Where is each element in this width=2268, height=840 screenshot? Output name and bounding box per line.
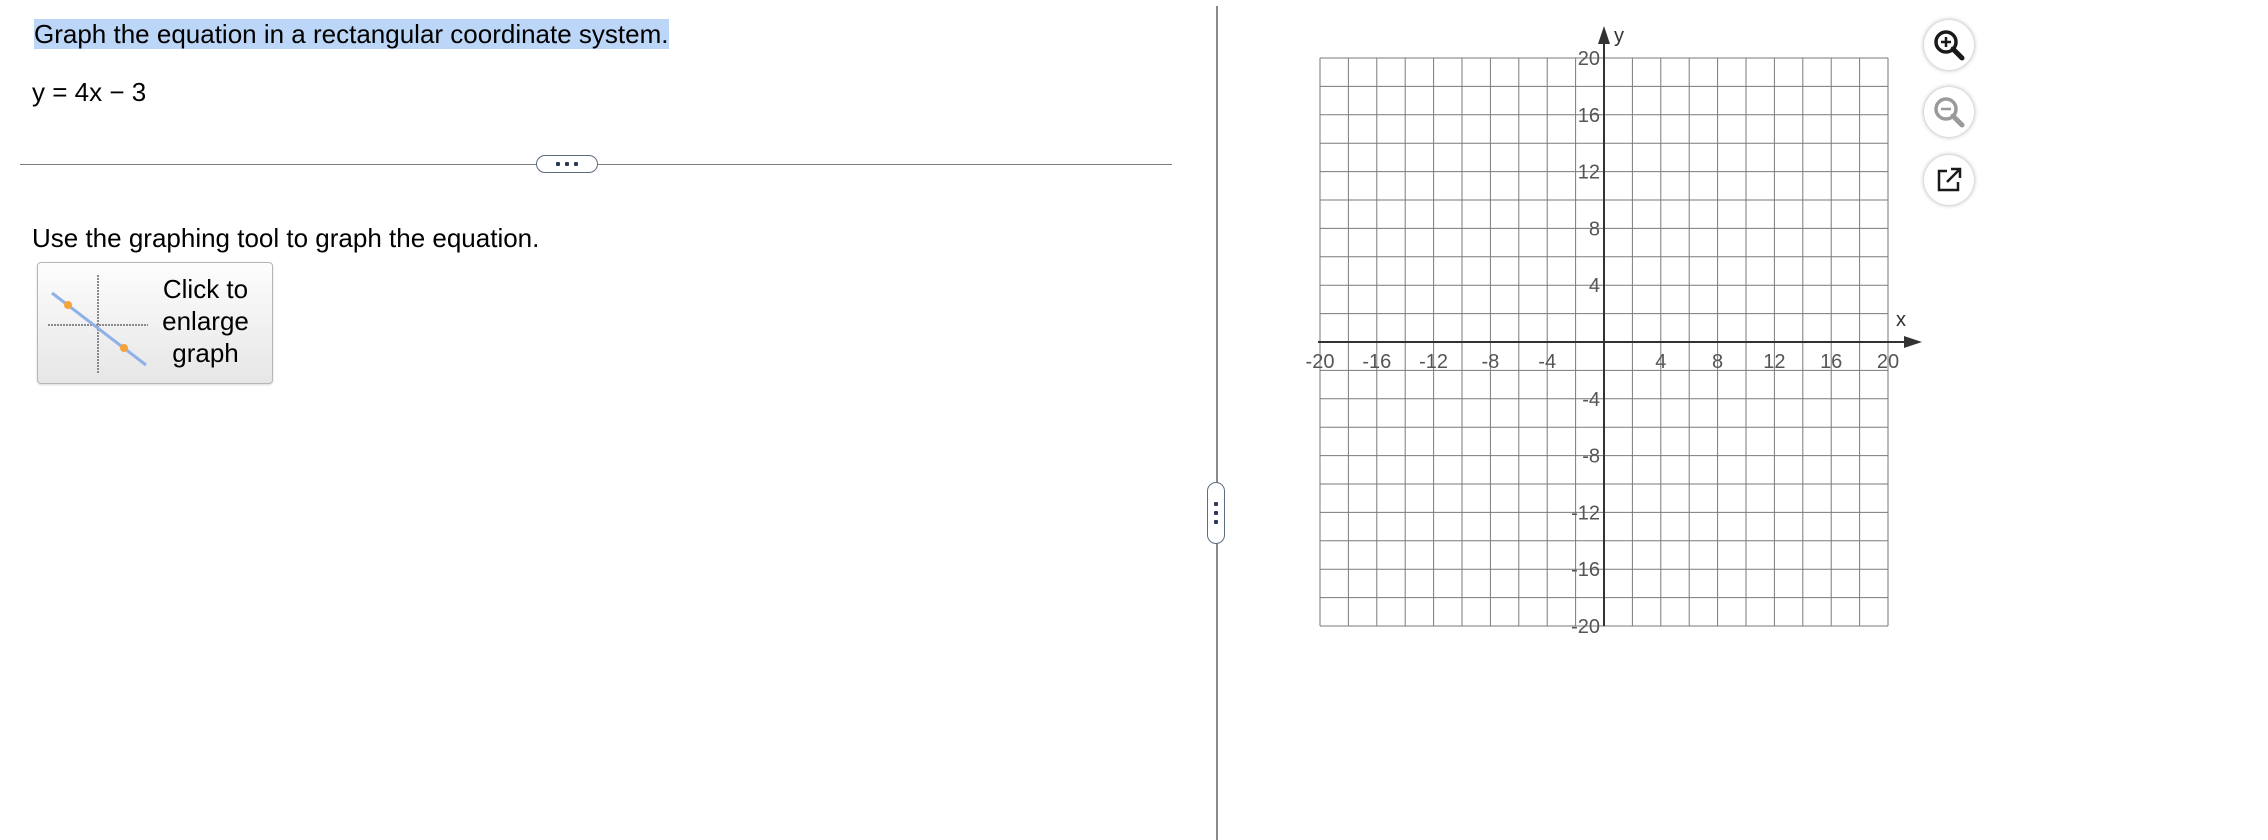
x-tick-label: 4	[1655, 351, 1666, 373]
question-title: Graph the equation in a rectangular coor…	[32, 18, 671, 50]
handle-dot	[1214, 511, 1218, 515]
expand-handle-vertical[interactable]	[1207, 482, 1225, 544]
x-tick-label: -8	[1482, 351, 1500, 373]
x-axis-arrow	[1904, 336, 1922, 348]
enlarge-label-line: Click to	[162, 274, 249, 304]
question-pane: Graph the equation in a rectangular coor…	[0, 0, 1216, 840]
instruction-text: Use the graphing tool to graph the equat…	[32, 223, 540, 253]
y-tick-label: -8	[1582, 446, 1600, 468]
x-tick-label: -4	[1538, 351, 1556, 373]
x-tick-label: 12	[1763, 351, 1785, 373]
popout-button[interactable]	[1924, 155, 1974, 205]
y-tick-label: -4	[1582, 389, 1600, 411]
y-tick-label: 16	[1578, 105, 1600, 127]
handle-dot	[556, 162, 560, 166]
handle-dot	[574, 162, 578, 166]
x-tick-label: -16	[1362, 351, 1391, 373]
y-axis-arrow	[1598, 26, 1610, 44]
x-tick-label: 8	[1712, 351, 1723, 373]
x-tick-label: -20	[1306, 351, 1335, 373]
question-title-text: Graph the equation in a rectangular coor…	[34, 19, 669, 49]
zoom-in-button[interactable]	[1924, 20, 1974, 70]
enlarge-label-line: enlarge	[162, 306, 249, 336]
page: Graph the equation in a rectangular coor…	[0, 0, 2268, 840]
x-axis-label: x	[1896, 309, 1906, 331]
y-tick-label: 4	[1589, 275, 1600, 297]
coordinate-graph[interactable]: -20 -16 -12 -8 -4 4 8 12 16 20 20 16 12 8 4 -4 -8 -12 -16 -…	[1290, 20, 1930, 660]
y-tick-label: -16	[1571, 559, 1600, 581]
enlarge-graph-button[interactable]: Click to enlarge graph	[37, 262, 273, 384]
zoom-out-button[interactable]	[1924, 87, 1974, 137]
y-tick-label: 12	[1578, 162, 1600, 184]
x-tick-label: 20	[1877, 351, 1899, 373]
handle-dot	[1214, 502, 1218, 506]
equation: y = 4x − 3	[32, 77, 147, 107]
enlarge-graph-label: Click to enlarge graph	[148, 273, 263, 369]
x-tick-label: 16	[1820, 351, 1842, 373]
y-tick-label: -20	[1571, 616, 1600, 638]
handle-dot	[1214, 520, 1218, 524]
y-axis-label: y	[1614, 25, 1624, 47]
vertical-divider	[1216, 6, 1218, 840]
enlarge-label-line: graph	[172, 338, 239, 368]
y-tick-label: 8	[1589, 218, 1600, 240]
y-tick-label: -12	[1571, 502, 1600, 524]
external-link-icon	[1937, 167, 1962, 192]
zoom-in-icon	[1934, 30, 1965, 61]
graph-thumbnail-icon	[48, 275, 148, 373]
zoom-out-icon	[1934, 97, 1965, 128]
handle-dot	[565, 162, 569, 166]
y-tick-label: 20	[1578, 48, 1600, 70]
x-tick-label: -12	[1419, 351, 1448, 373]
expand-handle-horizontal[interactable]	[536, 155, 598, 173]
